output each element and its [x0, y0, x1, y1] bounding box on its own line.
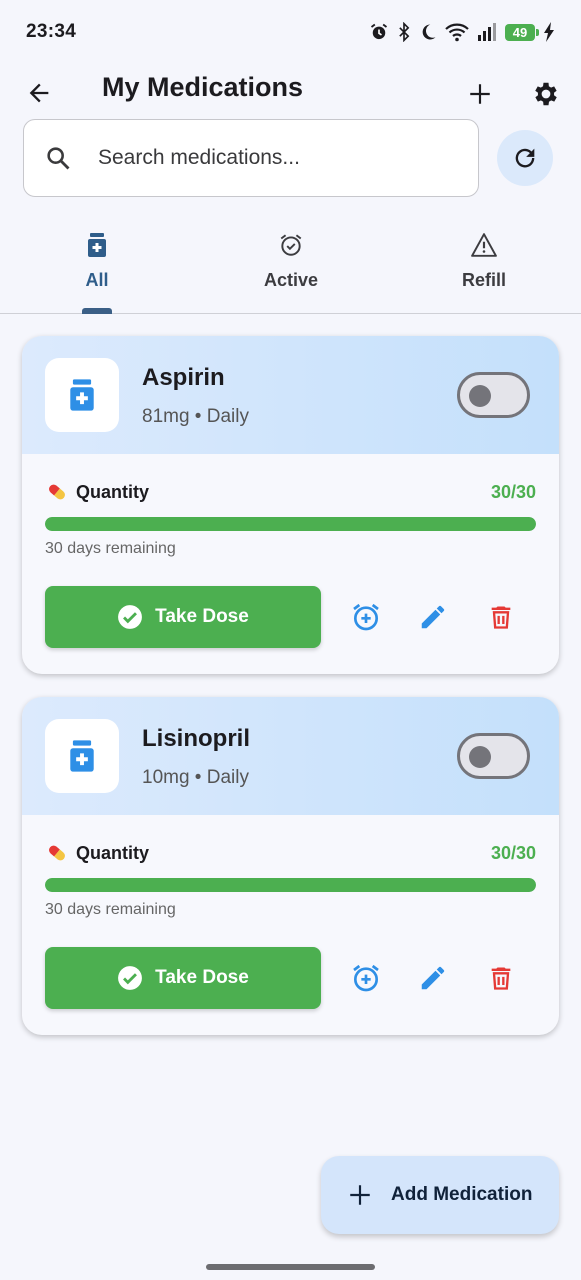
quantity-progress-bar [45, 517, 536, 531]
tab-all[interactable]: All [0, 226, 194, 314]
charging-icon [543, 22, 555, 42]
tab-refill[interactable]: Refill [387, 226, 581, 314]
search-input[interactable] [98, 146, 438, 170]
quantity-value: 30/30 [490, 843, 536, 863]
quantity-progress-bar [45, 878, 536, 892]
quantity-label: Quantity [76, 482, 150, 502]
days-remaining: 30 days remaining [45, 901, 176, 918]
status-bar: 23:34 49 [0, 0, 581, 64]
home-indicator[interactable] [206, 1264, 375, 1270]
medication-name: Lisinopril [142, 725, 250, 752]
wifi-icon [445, 22, 469, 42]
take-dose-button[interactable]: Take Dose [45, 947, 321, 1009]
add-alarm-button[interactable] [348, 960, 384, 996]
alarm-icon [369, 22, 389, 42]
medication-name: Aspirin [142, 364, 225, 391]
settings-button[interactable] [528, 76, 564, 112]
days-remaining: 30 days remaining [45, 540, 176, 557]
take-dose-label: Take Dose [155, 967, 249, 988]
quantity-label: Quantity [76, 843, 150, 863]
medication-card[interactable]: Lisinopril 10mg • Daily Quantity 30/30 3… [22, 697, 559, 1035]
tab-indicator [82, 308, 112, 314]
warning-icon [471, 230, 497, 260]
medication-icon [70, 740, 94, 772]
trash-icon [491, 606, 511, 629]
pencil-icon [421, 966, 445, 990]
edit-button[interactable] [415, 599, 451, 635]
pill-icon [49, 845, 65, 861]
take-dose-label: Take Dose [155, 606, 249, 627]
quantity-value: 30/30 [490, 482, 536, 502]
medication-dose: 81mg • Daily [142, 406, 249, 427]
refresh-icon [515, 148, 535, 168]
add-alarm-button[interactable] [348, 599, 384, 635]
delete-button[interactable] [483, 960, 519, 996]
tab-label: All [85, 270, 109, 290]
medication-icon-box [45, 719, 119, 793]
medication-card[interactable]: Aspirin 81mg • Daily Quantity 30/30 30 d… [22, 336, 559, 674]
progress-fill [45, 517, 536, 531]
bluetooth-icon [397, 22, 411, 42]
quantity-row: Quantity 30/30 [45, 480, 536, 506]
search-box [23, 119, 479, 197]
reminder-toggle[interactable] [457, 372, 530, 418]
card-header: Lisinopril 10mg • Daily [22, 697, 559, 815]
progress-fill [45, 878, 536, 892]
card-header: Aspirin 81mg • Daily [22, 336, 559, 454]
edit-button[interactable] [415, 960, 451, 996]
quantity-row: Quantity 30/30 [45, 841, 536, 867]
reminder-toggle[interactable] [457, 733, 530, 779]
pencil-icon [421, 605, 445, 629]
back-button[interactable] [22, 76, 56, 110]
tab-active[interactable]: Active [194, 226, 388, 314]
tab-bar: All Active Refill [0, 226, 581, 314]
status-icons: 49 [369, 22, 555, 42]
arrow-back-icon [29, 83, 49, 103]
dnd-moon-icon [419, 23, 437, 41]
check-circle-icon [118, 966, 143, 990]
app-bar: My Medications [0, 64, 581, 120]
delete-button[interactable] [483, 599, 519, 635]
check-circle-icon [118, 605, 143, 629]
toggle-knob [469, 385, 491, 407]
plus-icon [350, 1185, 370, 1205]
alarm-check-icon [278, 230, 304, 260]
tab-label: Active [263, 270, 319, 290]
add-button[interactable] [462, 76, 498, 112]
add-alarm-icon [353, 964, 379, 992]
medication-icon [87, 230, 107, 260]
status-time: 23:34 [26, 21, 77, 42]
search-icon [44, 144, 72, 172]
add-alarm-icon [353, 603, 379, 631]
medication-dose: 10mg • Daily [142, 767, 249, 788]
pill-icon [49, 484, 65, 500]
take-dose-button[interactable]: Take Dose [45, 586, 321, 648]
fab-label: Add Medication [391, 1184, 533, 1205]
gear-icon [535, 82, 557, 106]
toggle-knob [469, 746, 491, 768]
add-medication-fab[interactable]: Add Medication [321, 1156, 559, 1234]
refresh-button[interactable] [497, 130, 553, 186]
battery-icon: 49 [505, 23, 539, 41]
medication-icon-box [45, 358, 119, 432]
plus-icon [470, 84, 490, 104]
tab-label: Refill [461, 270, 506, 290]
page-title: My Medications [102, 72, 304, 102]
medication-icon [70, 379, 94, 411]
signal-icon [477, 23, 497, 41]
trash-icon [491, 967, 511, 990]
